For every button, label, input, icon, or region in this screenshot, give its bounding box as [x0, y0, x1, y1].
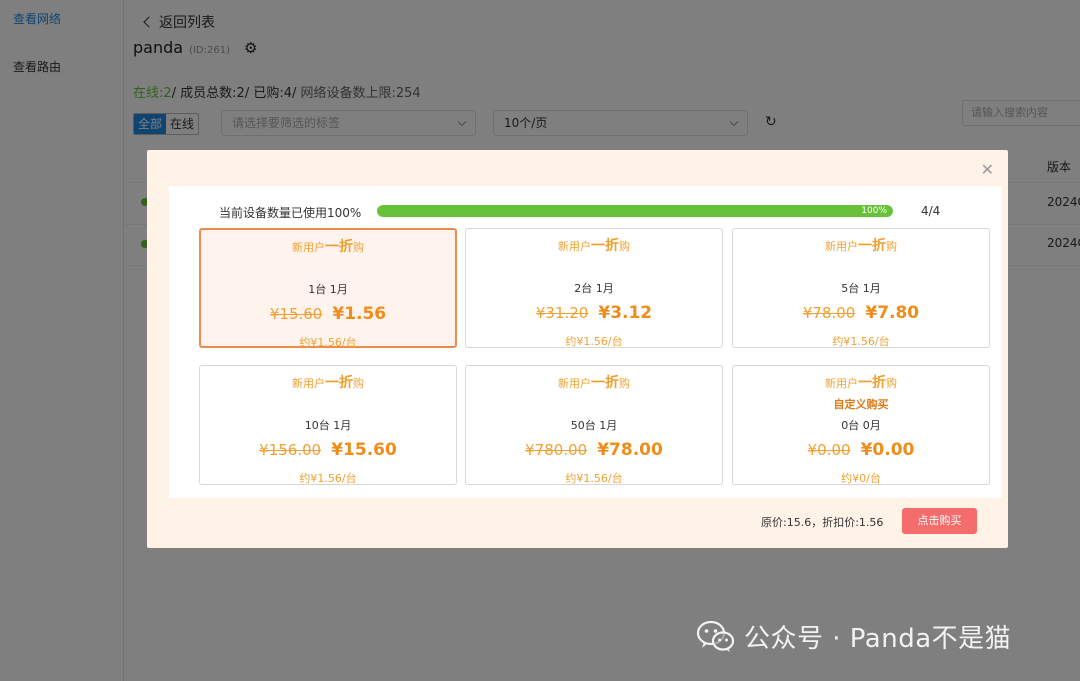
plan-spec: 2台 1月	[574, 282, 614, 295]
per-unit-price: 约¥1.56/台	[832, 335, 890, 348]
original-price: ¥0.00	[807, 441, 851, 459]
usage-progress-fill: 100%	[377, 205, 893, 217]
plan-panel: 当前设备数量已使用100% 100% 4/4 新用户一折购 1台 1月 ¥15.…	[169, 186, 1002, 498]
original-price: ¥31.20	[535, 304, 589, 322]
plan-card[interactable]: 新用户一折购 2台 1月 ¥31.20 ¥3.12 约¥1.56/台	[465, 228, 723, 348]
price-summary: 原价:15.6，折扣价:1.56	[761, 516, 884, 529]
per-unit-price: 约¥1.56/台	[299, 336, 357, 349]
promo-label: 新用户一折购	[825, 375, 897, 391]
watermark: 公众号 · Panda不是猫	[696, 618, 1011, 655]
per-unit-price: 约¥1.56/台	[299, 472, 357, 485]
close-icon[interactable]: ✕	[981, 160, 994, 179]
plan-prices: ¥0.00 ¥0.00	[733, 440, 989, 460]
plan-spec: 0台 0月	[841, 419, 881, 432]
watermark-text: 公众号 · Panda不是猫	[744, 624, 1012, 654]
original-price: ¥15.60	[269, 305, 323, 323]
discount-price: ¥3.12	[598, 303, 653, 323]
buy-button[interactable]: 点击购买	[902, 508, 977, 534]
usage-progress-text: 100%	[861, 206, 887, 216]
discount-price: ¥15.60	[331, 440, 397, 460]
purchase-modal: ✕ 当前设备数量已使用100% 100% 4/4 新用户一折购 1台 1月 ¥1…	[147, 150, 1008, 548]
usage-ratio: 4/4	[921, 204, 941, 218]
original-price: ¥78.00	[802, 304, 856, 322]
plan-card[interactable]: 新用户一折购 5台 1月 ¥78.00 ¥7.80 约¥1.56/台	[732, 228, 990, 348]
plan-prices: ¥15.60 ¥1.56	[201, 304, 455, 324]
usage-progress-bar: 100%	[377, 205, 893, 217]
plan-card[interactable]: 新用户一折购 1台 1月 ¥15.60 ¥1.56 约¥1.56/台	[199, 228, 457, 349]
discount-price: ¥0.00	[860, 440, 915, 460]
plan-spec: 10台 1月	[304, 419, 352, 432]
promo-label: 新用户一折购	[292, 375, 364, 391]
plan-prices: ¥78.00 ¥7.80	[733, 303, 989, 323]
promo-label: 新用户一折购	[558, 375, 630, 391]
discount-price: ¥78.00	[597, 440, 663, 460]
usage-label: 当前设备数量已使用100%	[219, 206, 362, 220]
original-price: ¥156.00	[259, 441, 322, 459]
plan-prices: ¥780.00 ¥78.00	[466, 440, 722, 460]
custom-purchase-label: 自定义购买	[833, 398, 889, 411]
per-unit-price: 约¥1.56/台	[565, 335, 623, 348]
per-unit-price: 约¥0/台	[841, 472, 881, 485]
plan-spec: 1台 1月	[308, 283, 348, 296]
plan-card[interactable]: 新用户一折购 50台 1月 ¥780.00 ¥78.00 约¥1.56/台	[465, 365, 723, 485]
original-price: ¥780.00	[525, 441, 588, 459]
discount-price: ¥7.80	[865, 303, 920, 323]
plan-spec: 50台 1月	[570, 419, 618, 432]
promo-label: 新用户一折购	[292, 239, 364, 255]
wechat-icon	[696, 620, 735, 652]
plan-card-custom[interactable]: 新用户一折购 自定义购买 0台 0月 ¥0.00 ¥0.00 约¥0/台	[732, 365, 990, 485]
discount-price: ¥1.56	[332, 304, 387, 324]
promo-label: 新用户一折购	[825, 238, 897, 254]
plan-spec: 5台 1月	[841, 282, 881, 295]
plan-prices: ¥31.20 ¥3.12	[466, 303, 722, 323]
plan-prices: ¥156.00 ¥15.60	[200, 440, 456, 460]
promo-label: 新用户一折购	[558, 238, 630, 254]
plan-card[interactable]: 新用户一折购 10台 1月 ¥156.00 ¥15.60 约¥1.56/台	[199, 365, 457, 485]
per-unit-price: 约¥1.56/台	[565, 472, 623, 485]
